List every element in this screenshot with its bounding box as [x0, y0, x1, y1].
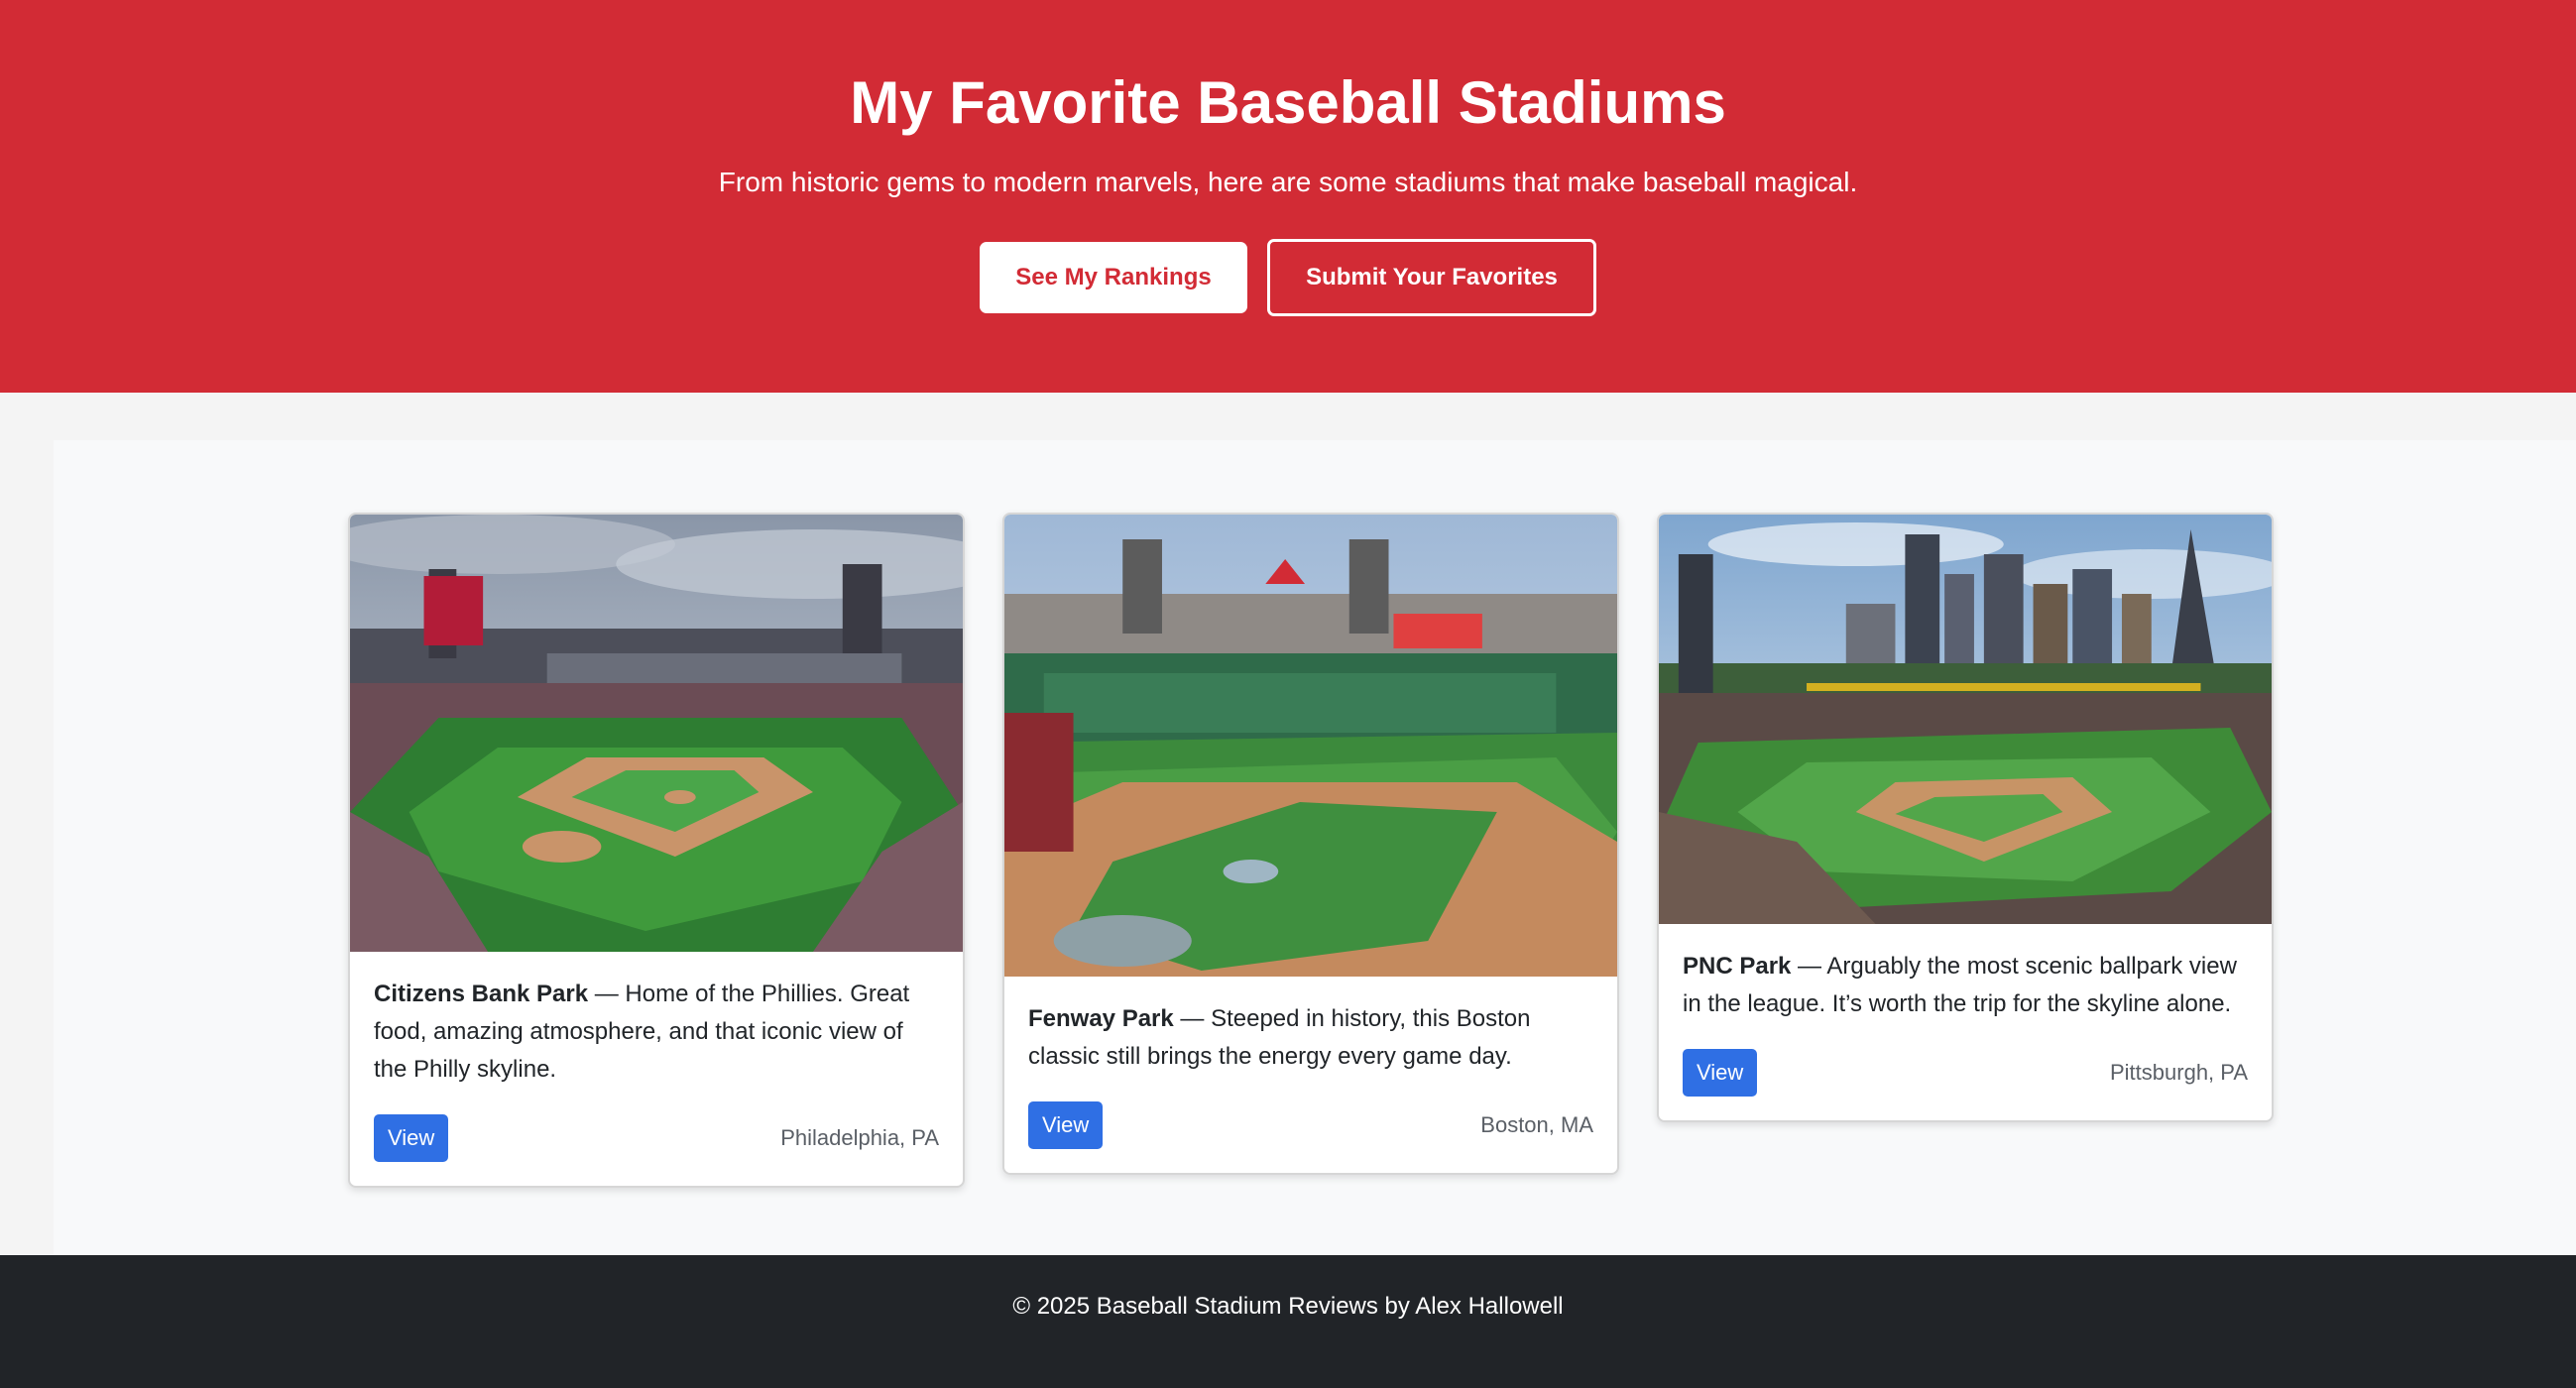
hero-banner: My Favorite Baseball Stadiums From histo… [0, 0, 2576, 393]
stadium-card-fenway-park: Fenway Park — Steeped in history, this B… [1002, 513, 1619, 1175]
view-button[interactable]: View [1683, 1049, 1758, 1097]
stadium-cards: Citizens Bank Park — Home of the Phillie… [348, 513, 2274, 1188]
page-title: My Favorite Baseball Stadiums [850, 69, 1726, 136]
card-description: Citizens Bank Park — Home of the Phillie… [374, 976, 939, 1089]
card-body: Citizens Bank Park — Home of the Phillie… [350, 952, 963, 1186]
footer-copyright: © 2025 Baseball Stadium Reviews by Alex … [1012, 1293, 1564, 1320]
card-footer: View Boston, MA [1028, 1101, 1593, 1149]
pnc-park-photo [1659, 515, 2272, 924]
page-subtitle: From historic gems to modern marvels, he… [718, 167, 1858, 197]
card-body: Fenway Park — Steeped in history, this B… [1004, 977, 1617, 1173]
submit-favorites-button[interactable]: Submit Your Favorites [1267, 239, 1596, 316]
view-button[interactable]: View [1028, 1101, 1104, 1149]
view-button[interactable]: View [374, 1114, 449, 1162]
stadium-location: Pittsburgh, PA [2110, 1060, 2248, 1085]
page-footer: © 2025 Baseball Stadium Reviews by Alex … [0, 1255, 2576, 1388]
stadium-card-citizens-bank-park: Citizens Bank Park — Home of the Phillie… [348, 513, 965, 1188]
stadium-location: Boston, MA [1480, 1112, 1593, 1137]
hero-buttons: See My Rankings Submit Your Favorites [0, 239, 2576, 316]
card-footer: View Philadelphia, PA [374, 1114, 939, 1162]
stadium-name: PNC Park [1683, 953, 1792, 980]
card-footer: View Pittsburgh, PA [1683, 1049, 2248, 1097]
stadium-location: Philadelphia, PA [780, 1125, 939, 1150]
stadium-card-pnc-park: PNC Park — Arguably the most scenic ball… [1657, 513, 2274, 1122]
card-body: PNC Park — Arguably the most scenic ball… [1659, 924, 2272, 1120]
card-description: Fenway Park — Steeped in history, this B… [1028, 1000, 1593, 1076]
main-content: Citizens Bank Park — Home of the Phillie… [54, 440, 2576, 1255]
fenway-park-photo [1004, 515, 1617, 977]
citizens-bank-park-photo [350, 515, 963, 952]
stadium-name: Citizens Bank Park [374, 981, 589, 1007]
card-description: PNC Park — Arguably the most scenic ball… [1683, 948, 2248, 1023]
see-rankings-button[interactable]: See My Rankings [980, 242, 1247, 313]
stadium-name: Fenway Park [1028, 1005, 1174, 1032]
